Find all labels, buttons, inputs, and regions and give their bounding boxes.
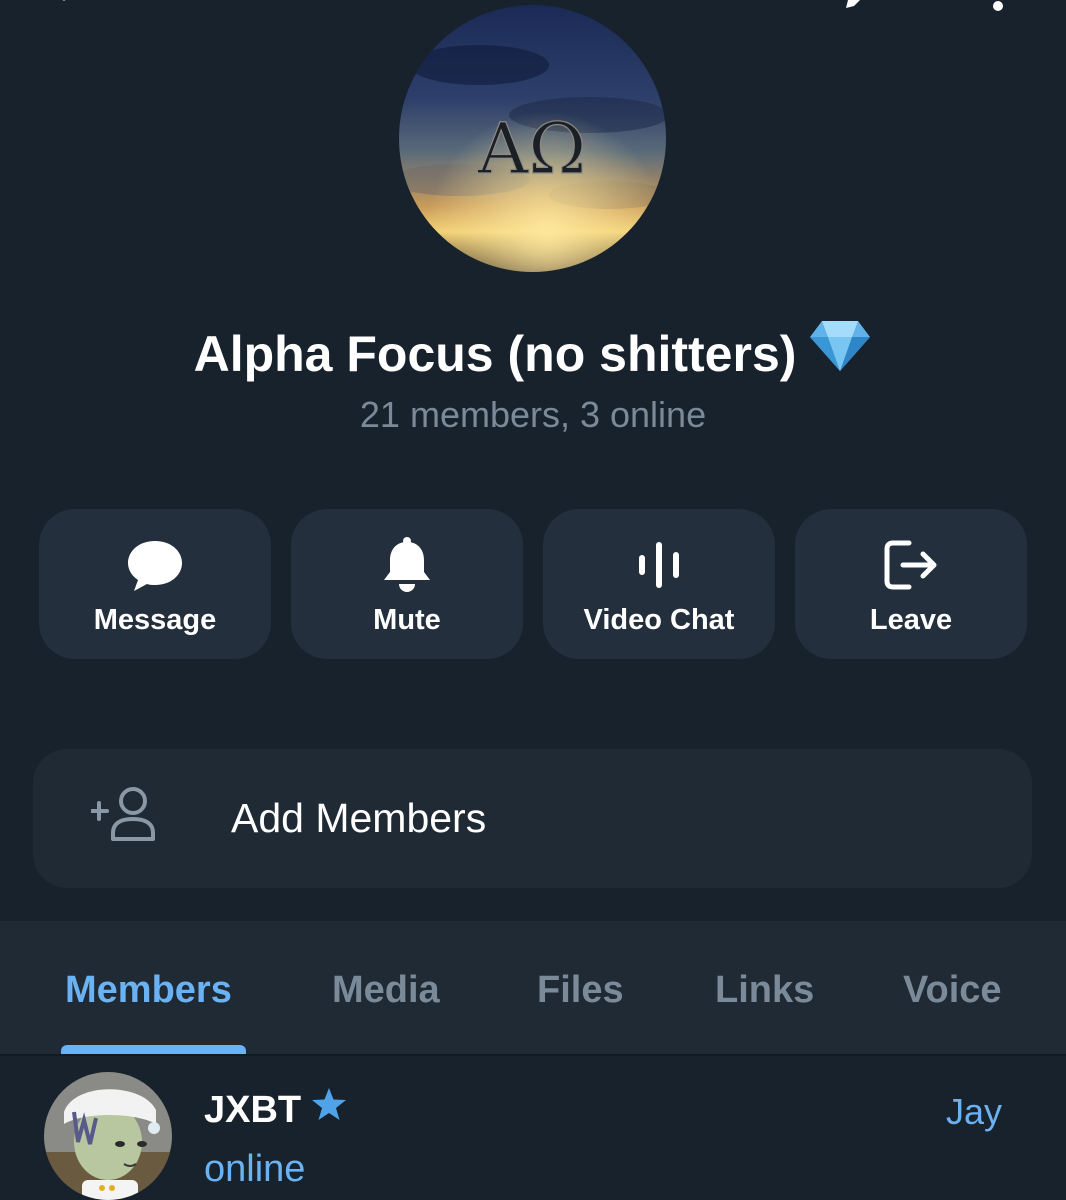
add-members-button[interactable]: Add Members [33, 749, 1032, 888]
tab-voice[interactable]: Voice [903, 964, 1002, 1016]
member-tag: Jay [945, 1091, 1002, 1132]
mute-label: Mute [373, 604, 441, 636]
leave-label: Leave [869, 604, 953, 636]
add-members-label: Add Members [231, 795, 487, 841]
tab-media[interactable]: Media [332, 964, 440, 1016]
message-button[interactable]: Message [39, 509, 271, 659]
back-arrow-icon[interactable] [56, 0, 86, 12]
diamond-icon [808, 317, 872, 388]
chat-bubble-icon [128, 541, 182, 591]
tab-links[interactable]: Links [715, 964, 814, 1016]
member-status: online [204, 1148, 306, 1190]
bell-icon [384, 537, 430, 592]
group-avatar[interactable]: ΑΩ [399, 5, 666, 272]
voice-wave-icon [639, 542, 679, 588]
message-label: Message [93, 604, 217, 636]
member-count: 21 members, 3 online [359, 394, 707, 435]
leave-button[interactable]: Leave [795, 509, 1027, 659]
add-user-icon [91, 787, 155, 841]
more-vertical-icon[interactable] [990, 0, 1006, 12]
member-name: JXBT [204, 1086, 347, 1134]
member-avatar[interactable] [44, 1072, 172, 1200]
tab-members[interactable]: Members [65, 964, 232, 1016]
star-icon [311, 1085, 347, 1133]
active-tab-indicator [61, 1045, 246, 1054]
video-chat-button[interactable]: Video Chat [543, 509, 775, 659]
leave-icon [884, 540, 937, 590]
video-chat-label: Video Chat [583, 604, 735, 636]
tab-files[interactable]: Files [537, 964, 624, 1016]
edit-pencil-icon[interactable] [842, 0, 872, 12]
avatar-letters: ΑΩ [477, 108, 587, 190]
group-title: Alpha Focus (no shitters) [0, 321, 1066, 388]
mute-button[interactable]: Mute [291, 509, 523, 659]
member-name-text: JXBT [204, 1089, 302, 1131]
group-name: Alpha Focus (no shitters) [193, 326, 797, 382]
